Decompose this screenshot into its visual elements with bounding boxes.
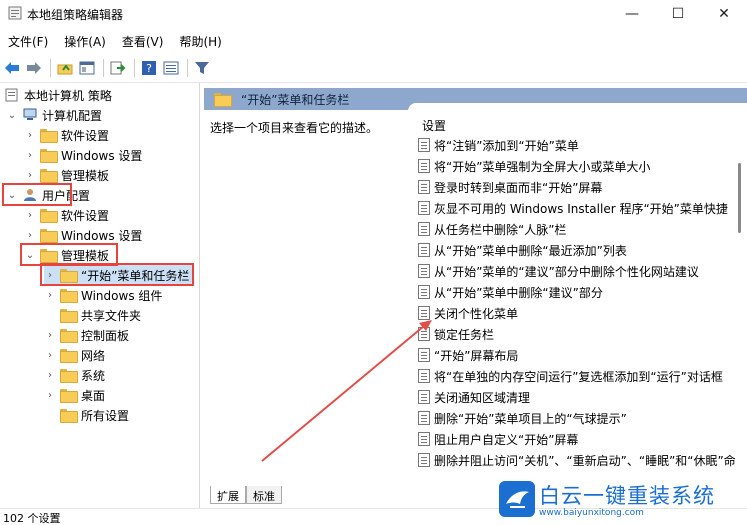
annotation-arrow xyxy=(261,320,432,462)
view-tabs: 扩展 标准 xyxy=(204,486,484,506)
tab-standard[interactable]: 标准 xyxy=(246,486,282,504)
tab-extended[interactable]: 扩展 xyxy=(210,486,246,504)
brand-url: www.baiyunxitong.com xyxy=(539,508,644,518)
brand-watermark: 白云一键重装系统 www.baiyunxitong.com xyxy=(496,478,747,522)
status-text: 102 个设置 xyxy=(3,512,61,525)
brand-name: 白云一键重装系统 xyxy=(539,484,715,508)
bird-logo-icon xyxy=(499,481,535,517)
